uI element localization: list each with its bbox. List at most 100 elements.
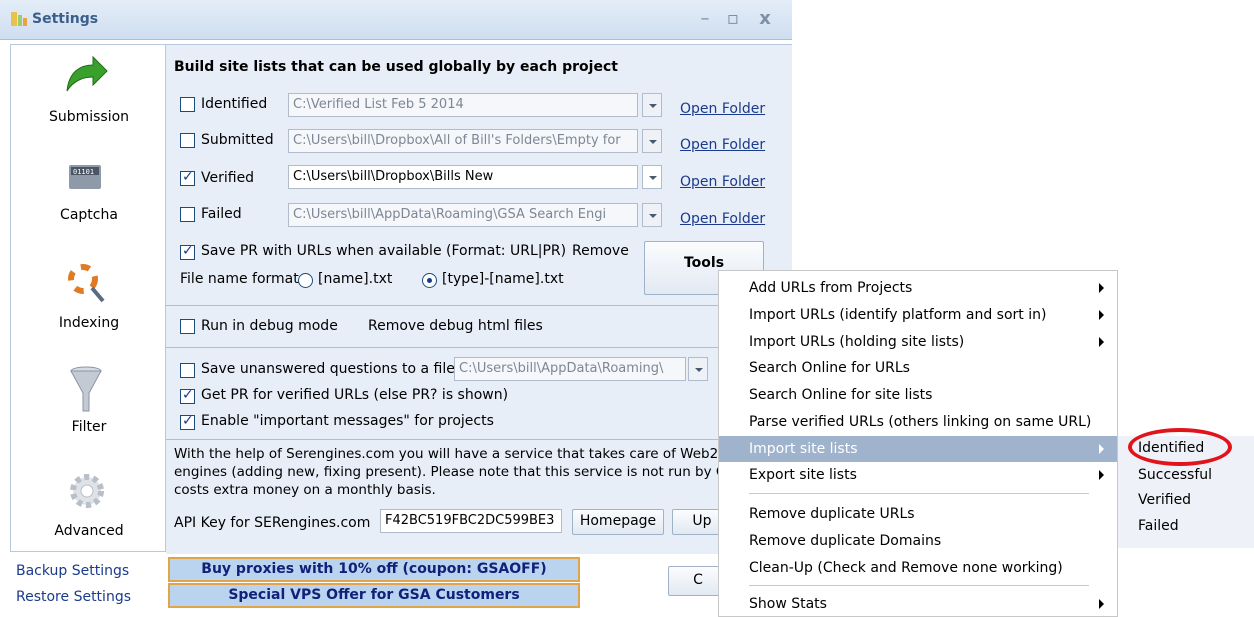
save-unanswered-checkbox[interactable] — [180, 363, 195, 378]
menu-item-import-urls-identify[interactable]: Import URLs (identify platform and sort … — [719, 302, 1117, 328]
verified-open-folder-link[interactable]: Open Folder — [680, 174, 765, 190]
menu-item-search-online-site-lists[interactable]: Search Online for site lists — [719, 382, 1117, 408]
app-icon — [10, 10, 28, 28]
tools-context-menu: Add URLs from Projects Import URLs (iden… — [718, 270, 1118, 617]
backup-settings-link[interactable]: Backup Settings — [16, 563, 129, 579]
menu-item-label: Add URLs from Projects — [749, 280, 913, 296]
menu-item-remove-duplicate-urls[interactable]: Remove duplicate URLs — [719, 501, 1117, 527]
format-name-radio[interactable] — [298, 273, 313, 288]
identified-checkbox[interactable] — [180, 97, 195, 112]
sidebar-item-label: Captcha — [60, 207, 118, 223]
menu-item-label: Search Online for URLs — [749, 360, 910, 376]
menu-separator — [749, 585, 1089, 586]
divider — [166, 439, 792, 440]
submitted-open-folder-link[interactable]: Open Folder — [680, 137, 765, 153]
format-name-label: [name].txt — [318, 271, 393, 287]
menu-item-remove-duplicate-domains[interactable]: Remove duplicate Domains — [719, 528, 1117, 554]
close-icon[interactable]: x — [754, 10, 776, 30]
failed-label: Failed — [201, 206, 242, 222]
menu-item-label: Export site lists — [749, 467, 857, 483]
submenu-item-verified[interactable]: Verified — [1138, 492, 1191, 508]
restore-settings-link[interactable]: Restore Settings — [16, 589, 131, 605]
failed-open-folder-link[interactable]: Open Folder — [680, 211, 765, 227]
verified-path-field[interactable]: C:\Users\bill\Dropbox\Bills New — [288, 165, 638, 189]
highlight-ring — [1128, 428, 1232, 466]
submenu-arrow-icon — [1099, 310, 1104, 320]
submitted-label: Submitted — [201, 132, 274, 148]
menu-item-label: Import site lists — [749, 441, 858, 457]
serengines-info: With the help of Serengines.com you will… — [174, 445, 774, 499]
submenu-arrow-icon — [1099, 470, 1104, 480]
get-pr-label: Get PR for verified URLs (else PR? is sh… — [201, 387, 509, 403]
sidebar-item-indexing[interactable]: Indexing — [11, 259, 167, 349]
submenu-arrow-icon — [1099, 283, 1104, 293]
menu-separator — [749, 493, 1089, 494]
api-key-label: API Key for SERengines.com — [174, 515, 371, 531]
sidebar-item-submission[interactable]: Submission — [11, 53, 167, 143]
menu-item-search-online-urls[interactable]: Search Online for URLs — [719, 355, 1117, 381]
format-type-name-label: [type]-[name].txt — [442, 271, 564, 287]
menu-item-show-stats[interactable]: Show Stats — [719, 591, 1117, 617]
menu-item-add-urls-from-projects[interactable]: Add URLs from Projects — [719, 275, 1117, 301]
debug-mode-checkbox[interactable] — [180, 319, 195, 334]
unanswered-path-field[interactable]: C:\Users\bill\AppData\Roaming\ — [454, 357, 686, 381]
sidebar: Submission 01101 Captcha Indexing Filter — [10, 44, 166, 552]
sidebar-item-captcha[interactable]: 01101 Captcha — [11, 157, 167, 247]
failed-path-field[interactable]: C:\Users\bill\AppData\Roaming\GSA Search… — [288, 203, 638, 227]
serengines-line-1: With the help of Serengines.com you will… — [174, 446, 723, 462]
menu-item-label: Import URLs (holding site lists) — [749, 334, 965, 350]
save-pr-checkbox[interactable] — [180, 243, 195, 260]
file-name-format-label: File name format: — [180, 271, 304, 287]
submenu-arrow-icon — [1099, 337, 1104, 347]
settings-panel: Build site lists that can be used global… — [166, 44, 792, 554]
serengines-line-2: engines (adding new, fixing present). Pl… — [174, 464, 735, 480]
menu-item-clean-up[interactable]: Clean-Up (Check and Remove none working) — [719, 555, 1117, 581]
site-lists-heading: Build site lists that can be used global… — [174, 59, 618, 75]
submenu-arrow-icon — [1099, 444, 1104, 454]
important-messages-checkbox[interactable] — [180, 413, 195, 430]
submenu-arrow-icon — [1099, 599, 1104, 609]
identified-open-folder-link[interactable]: Open Folder — [680, 101, 765, 117]
failed-checkbox[interactable] — [180, 207, 195, 222]
submenu-item-failed[interactable]: Failed — [1138, 518, 1179, 534]
identified-label: Identified — [201, 96, 268, 112]
submenu-item-successful[interactable]: Successful — [1138, 467, 1212, 483]
submitted-dropdown[interactable] — [642, 129, 662, 153]
identified-dropdown[interactable] — [642, 93, 662, 117]
menu-item-label: Clean-Up (Check and Remove none working) — [749, 560, 1063, 576]
gear-icon — [70, 474, 104, 508]
sidebar-item-label: Advanced — [54, 523, 124, 539]
homepage-button[interactable]: Homepage — [572, 509, 664, 535]
sidebar-item-label: Indexing — [58, 315, 120, 331]
menu-item-import-urls-holding[interactable]: Import URLs (holding site lists) — [719, 329, 1117, 355]
api-key-field[interactable]: F42BC519FBC2DC599BE3 — [380, 509, 562, 533]
minimize-icon[interactable]: – — [694, 10, 716, 30]
identified-path-field[interactable]: C:\Verified List Feb 5 2014 — [288, 93, 638, 117]
funnel-icon — [70, 366, 102, 412]
menu-item-import-site-lists[interactable]: Import site lists — [719, 436, 1117, 462]
maximize-icon[interactable]: ▫ — [722, 10, 744, 30]
remove-label[interactable]: Remove — [572, 243, 629, 259]
sidebar-item-label: Filter — [71, 419, 107, 435]
get-pr-checkbox[interactable] — [180, 387, 195, 404]
submitted-path-field[interactable]: C:\Users\bill\Dropbox\All of Bill's Fold… — [288, 129, 638, 153]
menu-item-export-site-lists[interactable]: Export site lists — [719, 462, 1117, 488]
format-type-name-radio[interactable] — [422, 273, 437, 288]
menu-item-label: Search Online for site lists — [749, 387, 933, 403]
verified-label: Verified — [201, 170, 255, 186]
remove-debug-files-link[interactable]: Remove debug html files — [368, 318, 543, 334]
sidebar-item-filter[interactable]: Filter — [11, 363, 167, 453]
unanswered-dropdown[interactable] — [688, 357, 708, 381]
vps-promo-button[interactable]: Special VPS Offer for GSA Customers — [168, 583, 580, 608]
proxies-promo-button[interactable]: Buy proxies with 10% off (coupon: GSAOFF… — [168, 557, 580, 582]
verified-checkbox[interactable] — [180, 169, 195, 186]
verified-dropdown[interactable] — [642, 165, 662, 189]
sidebar-item-advanced[interactable]: Advanced — [11, 469, 167, 549]
failed-dropdown[interactable] — [642, 203, 662, 227]
menu-item-parse-verified-urls[interactable]: Parse verified URLs (others linking on s… — [719, 409, 1117, 435]
menu-item-label: Parse verified URLs (others linking on s… — [749, 414, 1092, 430]
green-arrow-icon — [66, 55, 108, 92]
submitted-checkbox[interactable] — [180, 133, 195, 148]
important-messages-label: Enable "important messages" for projects — [201, 413, 494, 429]
menu-item-label: Show Stats — [749, 596, 827, 612]
